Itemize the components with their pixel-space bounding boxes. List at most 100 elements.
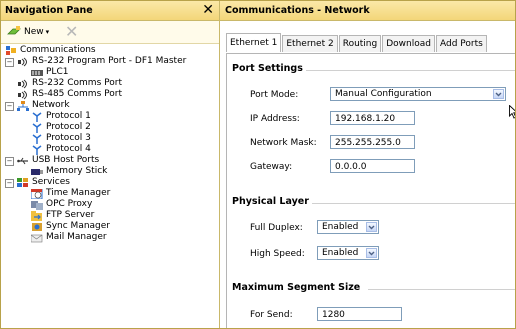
tab-download[interactable]: Download xyxy=(382,35,435,52)
full-duplex-label: Full Duplex: xyxy=(250,223,303,233)
collapse-toggle[interactable]: − xyxy=(5,58,14,67)
for-send-label: For Send: xyxy=(250,310,293,320)
tree-item-label: Time Manager xyxy=(46,188,111,198)
ftp-server-icon xyxy=(31,210,42,221)
navigation-pane: Navigation Pane ✕ New ▾ ✕ Communications… xyxy=(1,1,220,328)
comm-header: Communications - Network xyxy=(220,1,515,21)
tab-ethernet-1[interactable]: Ethernet 1 xyxy=(226,33,282,52)
tree-item-memory-stick[interactable]: Memory Stick xyxy=(31,166,107,177)
chevron-down-icon[interactable] xyxy=(366,248,377,258)
memory-stick-icon xyxy=(31,168,43,175)
protocol-icon xyxy=(32,111,42,122)
nav-title: Navigation Pane xyxy=(5,5,93,16)
tab-ethernet-2[interactable]: Ethernet 2 xyxy=(282,35,338,52)
tree-item-protocol-3[interactable]: Protocol 3 xyxy=(31,133,91,144)
high-speed-value: Enabled xyxy=(322,248,359,258)
tab-strip: Ethernet 1 Ethernet 2 Routing Download A… xyxy=(226,33,488,53)
gateway-label: Gateway: xyxy=(250,162,293,172)
close-icon[interactable]: ✕ xyxy=(202,2,214,18)
tree-item-label: RS-485 Comms Port xyxy=(32,89,122,99)
protocol-icon xyxy=(32,133,42,144)
new-button[interactable]: New ▾ xyxy=(4,24,52,39)
sync-manager-icon xyxy=(32,222,42,231)
tree-item-label: Protocol 4 xyxy=(46,144,91,154)
tree-item-usb-host-ports[interactable]: USB Host Ports xyxy=(17,155,99,166)
tree-item-opc-proxy[interactable]: OPC Proxy xyxy=(31,199,92,210)
tree-item-label: RS-232 Program Port - DF1 Master xyxy=(32,56,187,66)
app-window: Navigation Pane ✕ New ▾ ✕ Communications… xyxy=(0,0,516,329)
gateway-field[interactable]: 0.0.0.0 xyxy=(330,159,415,173)
tree-item-label: RS-232 Comms Port xyxy=(32,78,122,88)
tree-item-label: Services xyxy=(32,177,70,187)
nav-header: Navigation Pane ✕ xyxy=(1,1,219,21)
tree-item-label: Network xyxy=(32,100,70,110)
protocol-icon xyxy=(32,144,42,155)
section-title-max-segment-size: Maximum Segment Size xyxy=(232,282,361,293)
divider xyxy=(368,289,515,290)
chevron-down-icon[interactable] xyxy=(366,222,377,232)
opc-proxy-icon xyxy=(31,200,43,210)
usb-icon xyxy=(17,157,28,164)
network-icon xyxy=(17,100,29,111)
section-title-port-settings: Port Settings xyxy=(232,63,303,74)
ip-address-field[interactable]: 192.168.1.20 xyxy=(330,111,415,125)
mouse-pointer-icon xyxy=(509,105,515,119)
serial-port-icon xyxy=(18,90,27,99)
high-speed-label: High Speed: xyxy=(250,249,305,259)
tree-item-sync-manager[interactable]: Sync Manager xyxy=(31,221,110,232)
page-title: Communications - Network xyxy=(225,5,370,16)
tree-item-label: Protocol 1 xyxy=(46,111,91,121)
tree-item-label: Communications xyxy=(20,45,96,55)
collapse-toggle[interactable]: − xyxy=(5,102,14,111)
section-title-physical-layer: Physical Layer xyxy=(232,196,309,207)
tree-item-time-manager[interactable]: Time Manager xyxy=(31,188,110,199)
tree-item-protocol-2[interactable]: Protocol 2 xyxy=(31,122,91,133)
divider xyxy=(306,70,515,71)
tree-item-label: Sync Manager xyxy=(46,221,111,231)
protocol-icon xyxy=(32,122,42,133)
communications-icon xyxy=(6,45,16,55)
for-send-field[interactable]: 1280 xyxy=(317,307,402,321)
tab-routing[interactable]: Routing xyxy=(338,35,382,52)
ip-address-label: IP Address: xyxy=(250,114,300,124)
tab-add-ports[interactable]: Add Ports xyxy=(435,35,487,52)
services-icon xyxy=(17,177,28,187)
nav-toolbar: New ▾ ✕ xyxy=(1,21,219,44)
tree-item-plc1[interactable]: PLC1 xyxy=(31,67,68,78)
serial-port-icon xyxy=(18,79,27,88)
tree-item-protocol-4[interactable]: Protocol 4 xyxy=(31,144,91,155)
port-mode-value: Manual Configuration xyxy=(335,89,432,99)
plc-icon xyxy=(31,69,43,76)
tree-item-rs232-program[interactable]: RS-232 Program Port - DF1 Master xyxy=(17,56,186,67)
tree-item-label: USB Host Ports xyxy=(32,155,100,165)
collapse-toggle[interactable]: − xyxy=(5,157,14,166)
port-mode-select[interactable]: Manual Configuration xyxy=(330,87,506,101)
divider xyxy=(312,203,515,204)
mail-manager-icon xyxy=(31,234,43,242)
tree-item-label: Memory Stick xyxy=(46,166,108,176)
chevron-down-icon[interactable] xyxy=(493,89,504,99)
network-mask-label: Network Mask: xyxy=(250,138,317,148)
tree-item-ftp-server[interactable]: FTP Server xyxy=(31,210,94,221)
tree-item-communications[interactable]: Communications xyxy=(5,45,96,56)
tree-item-protocol-1[interactable]: Protocol 1 xyxy=(31,111,91,122)
new-label: New xyxy=(24,26,44,37)
tree-item-label: OPC Proxy xyxy=(46,199,93,209)
full-duplex-value: Enabled xyxy=(322,222,359,232)
delete-icon[interactable]: ✕ xyxy=(65,23,78,41)
communications-pane: Communications - Network Ethernet 1 Ethe… xyxy=(220,1,515,328)
high-speed-select[interactable]: Enabled xyxy=(317,246,379,260)
tree-item-label: PLC1 xyxy=(46,67,69,77)
tree-item-rs485-comms[interactable]: RS-485 Comms Port xyxy=(17,89,122,100)
full-duplex-select[interactable]: Enabled xyxy=(317,220,379,234)
tree-item-services[interactable]: Services xyxy=(17,177,70,188)
serial-port-icon xyxy=(18,57,27,66)
network-mask-field[interactable]: 255.255.255.0 xyxy=(330,135,415,149)
tree-item-mail-manager[interactable]: Mail Manager xyxy=(31,232,107,243)
tree-item-label: Mail Manager xyxy=(46,232,107,242)
tree-item-rs232-comms[interactable]: RS-232 Comms Port xyxy=(17,78,122,89)
new-icon xyxy=(7,26,21,35)
tree-item-network[interactable]: Network xyxy=(17,100,70,111)
collapse-toggle[interactable]: − xyxy=(5,179,14,188)
time-manager-icon xyxy=(31,188,43,199)
